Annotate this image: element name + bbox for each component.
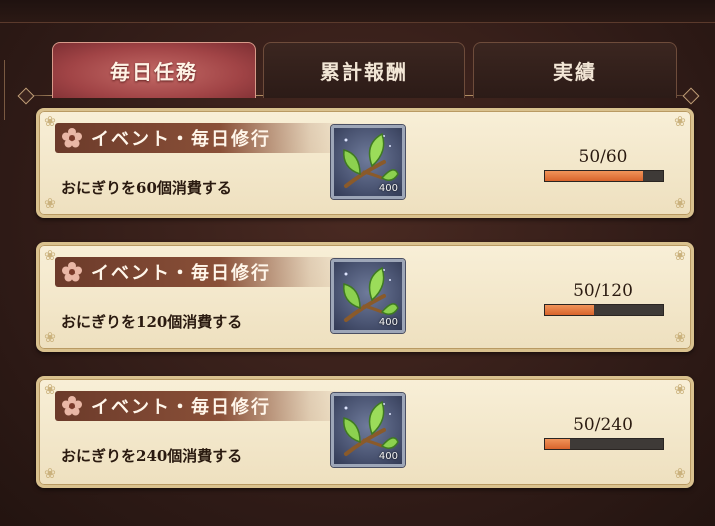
left-ornament bbox=[4, 60, 17, 120]
tab-achievements-label: 実績 bbox=[553, 60, 597, 84]
tab-daily-missions[interactable]: 毎日任務 bbox=[52, 42, 256, 98]
corner-ornament-icon: ❀ bbox=[674, 382, 686, 398]
mission-card[interactable]: ❀ ❀ ❀ ❀ イベント・毎日修行 おにぎりを240個消費する 400 50/2… bbox=[36, 376, 694, 488]
corner-ornament-icon: ❀ bbox=[674, 248, 686, 264]
corner-ornament-icon: ❀ bbox=[674, 114, 686, 130]
frame-diamond-left bbox=[17, 87, 35, 105]
mission-description: おにぎりを120個消費する bbox=[61, 313, 243, 331]
mission-title-badge: イベント・毎日修行 bbox=[55, 257, 355, 287]
progress-text: 50/240 bbox=[573, 415, 633, 435]
progress-bar-fill bbox=[545, 171, 644, 181]
top-strip bbox=[0, 0, 715, 23]
sakura-flower-icon bbox=[62, 128, 82, 148]
mission-title-badge: イベント・毎日修行 bbox=[55, 123, 355, 153]
progress-bar bbox=[544, 304, 664, 316]
reward-item[interactable]: 400 bbox=[331, 393, 405, 467]
reward-count: 400 bbox=[378, 451, 398, 462]
progress-text: 50/120 bbox=[573, 281, 633, 301]
corner-ornament-icon: ❀ bbox=[674, 196, 686, 212]
corner-ornament-icon: ❀ bbox=[674, 466, 686, 482]
corner-ornament-icon: ❀ bbox=[44, 466, 56, 482]
tab-achievements[interactable]: 実績 bbox=[473, 42, 677, 98]
reward-count: 400 bbox=[378, 183, 398, 194]
reward-count: 400 bbox=[378, 317, 398, 328]
tab-daily-missions-label: 毎日任務 bbox=[110, 60, 198, 84]
sakura-flower-icon bbox=[62, 262, 82, 282]
mission-title: イベント・毎日修行 bbox=[91, 397, 271, 418]
mission-card[interactable]: ❀ ❀ ❀ ❀ イベント・毎日修行 おにぎりを120個消費する 400 50/1… bbox=[36, 242, 694, 352]
mission-description: おにぎりを60個消費する bbox=[61, 179, 232, 197]
corner-ornament-icon: ❀ bbox=[44, 330, 56, 346]
mission-card[interactable]: ❀ ❀ ❀ ❀ イベント・毎日修行 おにぎりを60個消費する 400 50/60 bbox=[36, 108, 694, 218]
mission-title: イベント・毎日修行 bbox=[91, 129, 271, 150]
mission-description: おにぎりを240個消費する bbox=[61, 447, 243, 465]
reward-item[interactable]: 400 bbox=[331, 125, 405, 199]
progress-bar bbox=[544, 170, 664, 182]
progress-bar-fill bbox=[545, 439, 570, 449]
tab-cumulative-rewards-label: 累計報酬 bbox=[320, 60, 408, 84]
progress-text: 50/60 bbox=[578, 147, 628, 167]
reward-item[interactable]: 400 bbox=[331, 259, 405, 333]
corner-ornament-icon: ❀ bbox=[44, 196, 56, 212]
sakura-flower-icon bbox=[62, 396, 82, 416]
progress-bar bbox=[544, 438, 664, 450]
progress-bar-fill bbox=[545, 305, 595, 315]
tab-cumulative-rewards[interactable]: 累計報酬 bbox=[263, 42, 465, 98]
mission-title: イベント・毎日修行 bbox=[91, 263, 271, 284]
corner-ornament-icon: ❀ bbox=[674, 330, 686, 346]
frame-diamond-right bbox=[682, 87, 700, 105]
mission-title-badge: イベント・毎日修行 bbox=[55, 391, 355, 421]
